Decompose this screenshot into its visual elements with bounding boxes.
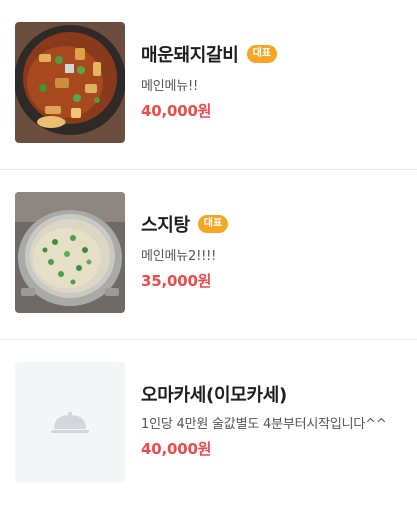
menu-item-name: 스지탕 bbox=[141, 215, 190, 236]
menu-item-placeholder[interactable] bbox=[15, 362, 125, 483]
menu-item-price: 40,000원 bbox=[141, 102, 212, 120]
menu-item-spicy-pork-rib[interactable]: 매운돼지갈비 대표 메인메뉴!! 40,000원 bbox=[0, 0, 417, 170]
menu-item-omakase[interactable]: 오마카세(이모카세) 1인당 4만원 술값별도 4분부터시작입니다^^ 40,0… bbox=[0, 340, 417, 508]
spicy-pork-rib-stew-image bbox=[15, 22, 125, 143]
menu-item-name-row: 오마카세(이모카세) bbox=[141, 382, 397, 406]
menu-item-info: 매운돼지갈비 대표 메인메뉴!! 40,000원 bbox=[141, 42, 397, 121]
featured-badge: 대표 bbox=[197, 215, 229, 233]
menu-item-name-row: 매운돼지갈비 대표 bbox=[141, 42, 397, 66]
menu-item-name: 오마카세(이모카세) bbox=[141, 385, 287, 406]
menu-item-description: 메인메뉴!! bbox=[141, 79, 199, 94]
cloche-placeholder-icon bbox=[51, 411, 89, 433]
menu-item-photo[interactable] bbox=[15, 22, 125, 143]
menu-item-description: 메인메뉴2!!!! bbox=[141, 249, 217, 264]
menu-item-price: 35,000원 bbox=[141, 272, 212, 290]
menu-item-price: 40,000원 bbox=[141, 440, 212, 458]
featured-badge: 대표 bbox=[246, 45, 277, 63]
menu-item-name-row: 스지탕 대표 bbox=[141, 212, 397, 236]
beef-tendon-soup-image bbox=[15, 192, 125, 313]
menu-item-photo[interactable] bbox=[15, 192, 125, 313]
menu-item-name: 매운돼지갈비 bbox=[141, 45, 239, 66]
menu-list: 매운돼지갈비 대표 메인메뉴!! 40,000원 스지탕 대표 메인메뉴2!!!… bbox=[0, 0, 417, 508]
menu-item-info: 스지탕 대표 메인메뉴2!!!! 35,000원 bbox=[141, 212, 397, 291]
menu-item-description: 1인당 4만원 술값별도 4분부터시작입니다^^ bbox=[141, 417, 387, 432]
menu-item-info: 오마카세(이모카세) 1인당 4만원 술값별도 4분부터시작입니다^^ 40,0… bbox=[141, 382, 397, 459]
menu-item-beef-tendon-soup[interactable]: 스지탕 대표 메인메뉴2!!!! 35,000원 bbox=[0, 170, 417, 340]
